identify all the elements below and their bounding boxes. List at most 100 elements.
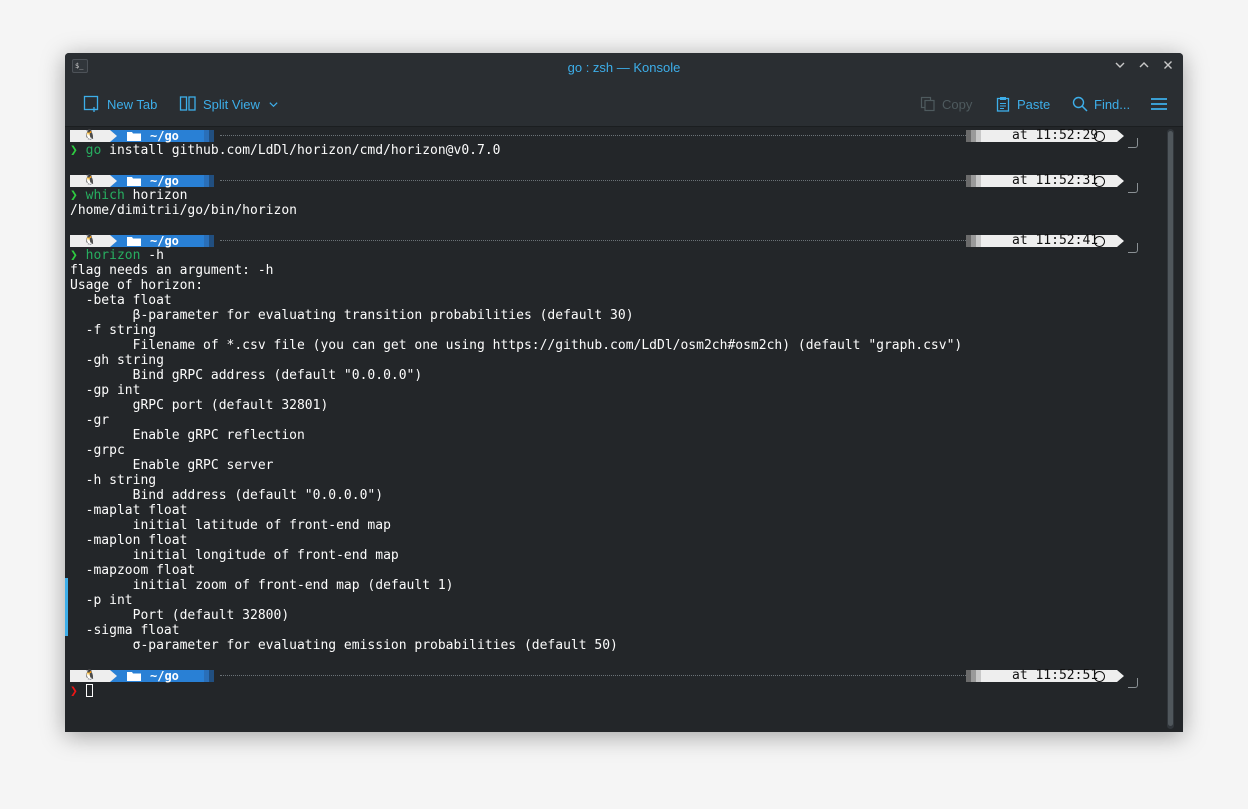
clock-icon: [1094, 671, 1105, 682]
output-line: -grpc: [70, 443, 125, 458]
command-args: install github.com/LdDl/horizon/cmd/hori…: [101, 143, 501, 158]
scrollback-marker: [65, 578, 68, 636]
prompt-segment-bar: 🐧 ~/go at 11:52:41: [70, 233, 1165, 253]
output-line: initial longitude of front-end map: [70, 548, 399, 563]
time-segment: at 11:52:29: [981, 129, 1117, 142]
copy-button[interactable]: Copy: [920, 82, 972, 126]
split-view-button[interactable]: Split View: [179, 82, 285, 126]
folder-icon: [127, 132, 141, 141]
folder-icon: [127, 237, 141, 246]
output-line: initial zoom of front-end map (default 1…: [70, 578, 454, 593]
close-button[interactable]: [1160, 59, 1176, 75]
prompt-end-bracket: [1128, 678, 1138, 688]
output-line: -sigma float: [70, 623, 180, 638]
paste-button[interactable]: Paste: [995, 82, 1050, 126]
segment-separator: [1117, 235, 1124, 247]
output-line: -gr: [70, 413, 110, 428]
time-label: at 11:52:31: [1012, 173, 1099, 188]
copy-label: Copy: [942, 96, 973, 112]
time-segment: at 11:52:31: [981, 173, 1117, 188]
output-line: gRPC port (default 32801): [70, 398, 329, 413]
prompt-filler: [220, 135, 966, 138]
output-line: -beta float: [70, 293, 172, 308]
segment-separator: [110, 130, 117, 142]
paste-label: Paste: [1017, 96, 1051, 112]
title-bar[interactable]: $_ go : zsh — Konsole: [65, 53, 1183, 82]
command-line: ❯ go install github.com/LdDl/horizon/cmd…: [70, 143, 500, 158]
prompt-chevron: ❯: [70, 188, 78, 203]
paste-icon: [996, 97, 1010, 112]
new-tab-icon: [83, 95, 99, 112]
directory-segment: ~/go: [110, 235, 204, 247]
time-label: at 11:52:41: [1012, 233, 1099, 248]
prompt-segment-bar: 🐧 ~/go at 11:52:31: [70, 173, 1165, 193]
terminal-area[interactable]: 🐧 ~/go at 11:52:29 ❯ go install github.c…: [65, 127, 1165, 732]
command-line: ❯ which horizon: [70, 188, 187, 203]
minimize-button[interactable]: [1112, 59, 1128, 75]
prompt-segment-bar: 🐧 ~/go at 11:52:51: [70, 669, 1165, 688]
output-line: σ-parameter for evaluating emission prob…: [70, 638, 618, 653]
prompt-end-bracket: [1128, 243, 1138, 253]
command-name: which: [85, 188, 125, 203]
prompt-filler: [220, 240, 966, 243]
output-line: β-parameter for evaluating transition pr…: [70, 308, 634, 323]
output-line: initial latitude of front-end map: [70, 518, 391, 533]
scrollbar-thumb[interactable]: [1168, 131, 1173, 726]
toolbar: New Tab Split View Copy Paste Find...: [65, 82, 1183, 127]
output-line: -f string: [70, 323, 157, 338]
hamburger-menu-button[interactable]: [1151, 82, 1173, 126]
clock-icon: [1094, 176, 1105, 187]
split-view-label: Split View: [203, 96, 260, 112]
prompt-filler: [220, 675, 966, 678]
prompt-end-bracket: [1128, 138, 1138, 148]
directory-segment: ~/go: [110, 175, 204, 187]
split-view-icon: [179, 96, 196, 111]
output-line: /home/dimitrii/go/bin/horizon: [70, 203, 297, 218]
segment-fade: [209, 130, 214, 142]
text-cursor: [85, 684, 93, 697]
chevron-up-icon: [1139, 62, 1149, 68]
hamburger-menu-icon: [1151, 98, 1167, 110]
command-args: horizon: [124, 188, 188, 203]
prompt-chevron: ❯: [70, 248, 78, 263]
folder-icon: [127, 177, 141, 186]
command-line: ❯ horizon -h: [70, 248, 164, 263]
clock-icon: [1094, 131, 1105, 142]
directory-label: ~/go: [150, 669, 179, 683]
copy-icon: [920, 96, 935, 112]
output-line: -mapzoom float: [70, 563, 196, 578]
window-title: go : zsh — Konsole: [567, 60, 681, 75]
output-line: Enable gRPC server: [70, 458, 274, 473]
segment-separator: [110, 670, 117, 682]
new-tab-button[interactable]: New Tab: [83, 82, 157, 126]
output-line: -maplon float: [70, 533, 188, 548]
segment-separator: [110, 235, 117, 247]
chevron-down-icon[interactable]: [268, 99, 279, 110]
command-name: horizon: [85, 248, 141, 263]
konsole-window: $_ go : zsh — Konsole New Tab Split View…: [65, 53, 1183, 732]
output-line: -gh string: [70, 353, 164, 368]
output-line: Usage of horizon:: [70, 278, 204, 293]
folder-icon: [127, 672, 141, 681]
close-icon: [1164, 61, 1172, 69]
chevron-down-icon: [1115, 62, 1125, 68]
maximize-button[interactable]: [1136, 59, 1152, 75]
linux-icon: 🐧: [70, 670, 110, 682]
prompt-segment-bar: 🐧 ~/go at 11:52:29: [70, 129, 1165, 148]
output-line: -gp int: [70, 383, 141, 398]
prompt-end-bracket: [1128, 183, 1138, 193]
output-line: Bind address (default "0.0.0.0"): [70, 488, 384, 503]
prompt-filler: [220, 180, 966, 183]
find-label: Find...: [1094, 96, 1131, 112]
new-tab-label: New Tab: [107, 96, 158, 112]
output-line: Enable gRPC reflection: [70, 428, 305, 443]
segment-separator: [1117, 175, 1124, 187]
find-button[interactable]: Find...: [1072, 82, 1130, 126]
segment-fade: [209, 670, 214, 682]
linux-icon: 🐧: [70, 175, 110, 187]
output-line: Bind gRPC address (default "0.0.0.0"): [70, 368, 423, 383]
directory-label: ~/go: [150, 234, 179, 248]
time-segment: at 11:52:51: [981, 669, 1117, 682]
command-args: -h: [140, 248, 164, 263]
command-line[interactable]: ❯: [70, 684, 93, 699]
